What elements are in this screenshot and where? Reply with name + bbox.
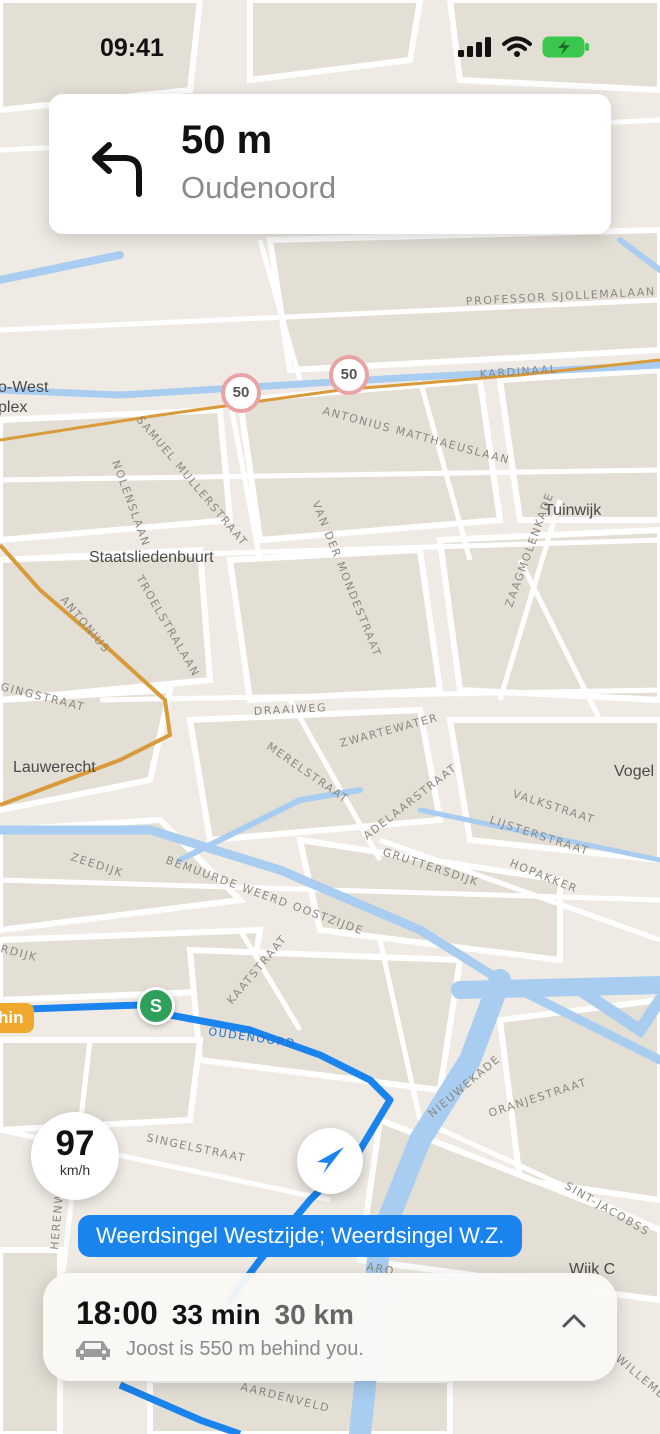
current-road-label: Weerdsingel Westzijde; Weerdsingel W.Z. <box>78 1215 523 1257</box>
status-icons <box>458 36 590 58</box>
trip-summary-card[interactable]: 18:00 33 min 30 km Joost is 550 m behind… <box>43 1273 617 1381</box>
map-label-place: o-West <box>0 379 49 396</box>
current-speed: 97 km/h <box>31 1112 119 1200</box>
map-label-place: Staatsliedenbuurt <box>89 549 214 566</box>
share-status-row: Joost is 550 m behind you. <box>74 1337 364 1361</box>
map-label-place: Lauwerecht <box>13 759 96 776</box>
recenter-button[interactable] <box>297 1128 363 1194</box>
instruction-card[interactable]: 50 m Oudenoord <box>49 94 611 234</box>
speed-limit-sign: 50 <box>221 373 261 413</box>
map-label-place: Vogel <box>614 763 654 780</box>
car-icon <box>76 1341 110 1360</box>
turn-distance: 50 m <box>181 118 273 162</box>
speed-value: 97 <box>55 1124 95 1163</box>
battery-icon <box>542 36 589 58</box>
signal-icon <box>458 37 491 57</box>
navigation-arrow-icon <box>317 1147 344 1174</box>
speed-limit-sign: 50 <box>329 355 369 395</box>
start-marker[interactable]: S <box>137 987 175 1025</box>
turn-road-name: Oudenoord <box>181 170 337 205</box>
trip-distance: 30 km <box>274 1299 354 1330</box>
chevron-up-icon[interactable] <box>561 1313 587 1329</box>
trip-duration: 33 min <box>171 1299 261 1330</box>
eta-row: 18:00 33 min 30 km <box>76 1295 354 1332</box>
road-shield-tag: hin <box>0 1003 34 1033</box>
wifi-icon <box>502 36 532 57</box>
arrival-time: 18:00 <box>76 1295 158 1331</box>
status-time: 09:41 <box>100 34 164 62</box>
share-status-text: Joost is 550 m behind you. <box>126 1337 364 1360</box>
turn-left-arrow-icon <box>92 142 142 197</box>
map-label-place: plex <box>0 399 27 416</box>
speed-unit: km/h <box>59 1162 91 1178</box>
